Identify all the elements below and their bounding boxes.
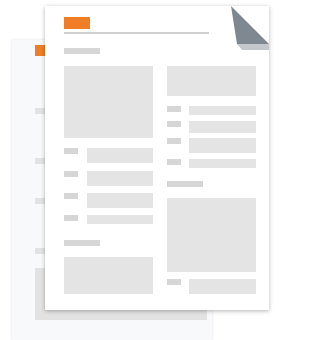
back-page-placeholder-line [35, 108, 45, 114]
field-value-placeholder [87, 193, 153, 208]
front-page-header-rule [64, 32, 209, 34]
field-value-placeholder [189, 121, 256, 133]
field-value-placeholder [87, 215, 153, 224]
field-label-placeholder [167, 121, 181, 127]
field-value-placeholder [189, 279, 256, 294]
field-label-placeholder [167, 279, 181, 285]
field-label-placeholder [167, 159, 181, 165]
page-fold-icon [231, 6, 269, 50]
field-value-placeholder [189, 106, 256, 115]
front-page-section-label [167, 181, 203, 187]
field-label-placeholder [64, 193, 78, 199]
front-page-image-placeholder [64, 66, 153, 138]
field-value-placeholder [189, 138, 256, 153]
front-document-page [45, 6, 269, 310]
field-label-placeholder [167, 106, 181, 112]
front-page-header-block-placeholder [167, 66, 256, 96]
back-page-placeholder-line [35, 198, 45, 204]
field-label-placeholder [64, 171, 78, 177]
field-label-placeholder [64, 148, 78, 154]
field-value-placeholder [189, 159, 256, 168]
field-label-placeholder [64, 215, 78, 221]
back-page-placeholder-line [35, 248, 45, 254]
field-label-placeholder [167, 138, 181, 144]
front-page-section-label [64, 48, 100, 54]
front-page-section-label [64, 240, 100, 246]
front-page-accent-bar [64, 17, 90, 29]
back-page-placeholder-line [35, 158, 45, 164]
field-value-placeholder [87, 171, 153, 186]
field-value-placeholder [87, 148, 153, 163]
front-page-image-placeholder [167, 198, 256, 272]
front-page-text-block-placeholder [64, 257, 153, 294]
